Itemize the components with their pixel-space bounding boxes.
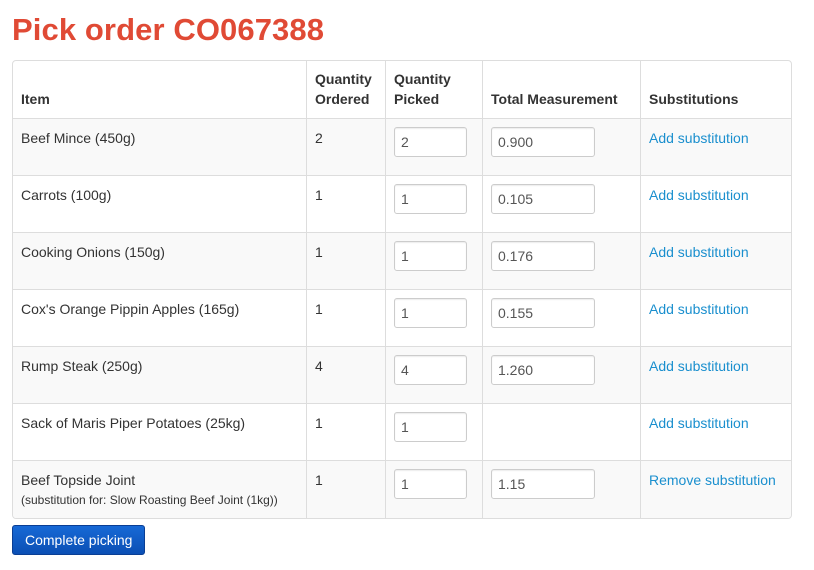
item-name: Rump Steak (250g) xyxy=(21,358,143,374)
cell-substitutions: Remove substitution xyxy=(640,460,791,518)
cell-quantity-picked xyxy=(385,175,483,233)
total-measurement-input[interactable] xyxy=(491,184,595,214)
table-row: Sack of Maris Piper Potatoes (25kg) 1 Add … xyxy=(13,403,791,461)
total-measurement-input[interactable] xyxy=(491,355,595,385)
cell-substitutions: Add substitution xyxy=(640,289,791,347)
header-quantity-picked: Quantity Picked xyxy=(385,61,483,119)
quantity-ordered: 4 xyxy=(306,346,386,404)
quantity-ordered: 1 xyxy=(306,403,386,461)
cell-substitutions: Add substitution xyxy=(640,346,791,404)
table-row: Beef Mince (450g) 2 Add substitution xyxy=(13,118,791,176)
quantity-picked-input[interactable] xyxy=(394,469,467,499)
cell-substitutions: Add substitution xyxy=(640,175,791,233)
page-title: Pick order CO067388 xyxy=(12,12,325,47)
cell-total-measurement xyxy=(482,460,641,518)
cell-quantity-picked xyxy=(385,346,483,404)
header-total-measurement: Total Measurement xyxy=(482,61,641,119)
cell-item: Beef Topside Joint (substitution for: Slo… xyxy=(13,460,307,518)
table-row: Rump Steak (250g) 4 Add substitution xyxy=(13,346,791,404)
table-row: Beef Topside Joint (substitution for: Slo… xyxy=(13,460,791,518)
pick-table-container: Item Quantity Ordered Quantity Picked To… xyxy=(12,60,792,519)
cell-quantity-picked xyxy=(385,460,483,518)
quantity-picked-input[interactable] xyxy=(394,298,467,328)
quantity-picked-input[interactable] xyxy=(394,355,467,385)
cell-total-measurement xyxy=(482,175,641,233)
remove-substitution-link[interactable]: Remove substitution xyxy=(649,472,776,488)
item-name: Beef Mince (450g) xyxy=(21,130,136,146)
cell-quantity-picked xyxy=(385,403,483,461)
item-name: Cox's Orange Pippin Apples (165g) xyxy=(21,301,240,317)
add-substitution-link[interactable]: Add substitution xyxy=(649,358,749,374)
quantity-picked-input[interactable] xyxy=(394,127,467,157)
substitution-note: (substitution for: Slow Roasting Beef Jo… xyxy=(21,493,278,507)
add-substitution-link[interactable]: Add substitution xyxy=(649,187,749,203)
item-name: Carrots (100g) xyxy=(21,187,112,203)
quantity-ordered: 1 xyxy=(306,289,386,347)
quantity-picked-input[interactable] xyxy=(394,412,467,442)
quantity-ordered: 1 xyxy=(306,232,386,290)
cell-item: Rump Steak (250g) xyxy=(13,346,307,404)
header-item: Item xyxy=(13,61,307,119)
cell-substitutions: Add substitution xyxy=(640,403,791,461)
quantity-ordered: 1 xyxy=(306,175,386,233)
header-substitutions: Substitutions xyxy=(649,91,739,107)
cell-item: Beef Mince (450g) xyxy=(13,118,307,176)
cell-item: Cooking Onions (150g) xyxy=(13,232,307,290)
table-row: Cox's Orange Pippin Apples (165g) 1 Add su… xyxy=(13,289,791,347)
total-measurement-input[interactable] xyxy=(491,127,595,157)
quantity-ordered: 2 xyxy=(306,118,386,176)
table-row: Cooking Onions (150g) 1 Add substitution xyxy=(13,232,791,290)
cell-quantity-picked xyxy=(385,289,483,347)
cell-item: Sack of Maris Piper Potatoes (25kg) xyxy=(13,403,307,461)
cell-substitutions: Add substitution xyxy=(640,118,791,176)
cell-quantity-picked xyxy=(385,118,483,176)
item-name: Beef Topside Joint xyxy=(21,472,136,488)
cell-quantity-picked xyxy=(385,232,483,290)
quantity-picked-input[interactable] xyxy=(394,241,467,271)
cell-item: Cox's Orange Pippin Apples (165g) xyxy=(13,289,307,347)
add-substitution-link[interactable]: Add substitution xyxy=(649,301,749,317)
total-measurement-input[interactable] xyxy=(491,469,595,499)
cell-substitutions: Add substitution xyxy=(640,232,791,290)
cell-item: Carrots (100g) xyxy=(13,175,307,233)
header-quantity-ordered: Quantity Ordered xyxy=(306,61,386,119)
table-row: Carrots (100g) 1 Add substitution xyxy=(13,175,791,233)
cell-total-measurement xyxy=(482,346,641,404)
cell-total-measurement xyxy=(482,403,641,461)
table-header-row: Item Quantity Ordered Quantity Picked To… xyxy=(13,61,791,119)
cell-total-measurement xyxy=(482,232,641,290)
cell-total-measurement xyxy=(482,289,641,347)
item-name: Sack of Maris Piper Potatoes (25kg) xyxy=(21,415,246,431)
total-measurement-input[interactable] xyxy=(491,298,595,328)
add-substitution-link[interactable]: Add substitution xyxy=(649,244,749,260)
quantity-picked-input[interactable] xyxy=(394,184,467,214)
pick-table: Item Quantity Ordered Quantity Picked To… xyxy=(13,61,791,518)
add-substitution-link[interactable]: Add substitution xyxy=(649,415,749,431)
complete-picking-button[interactable]: Complete picking xyxy=(12,525,146,555)
quantity-ordered: 1 xyxy=(306,460,386,518)
item-name: Cooking Onions (150g) xyxy=(21,244,165,260)
total-measurement-input[interactable] xyxy=(491,241,595,271)
add-substitution-link[interactable]: Add substitution xyxy=(649,130,749,146)
cell-total-measurement xyxy=(482,118,641,176)
